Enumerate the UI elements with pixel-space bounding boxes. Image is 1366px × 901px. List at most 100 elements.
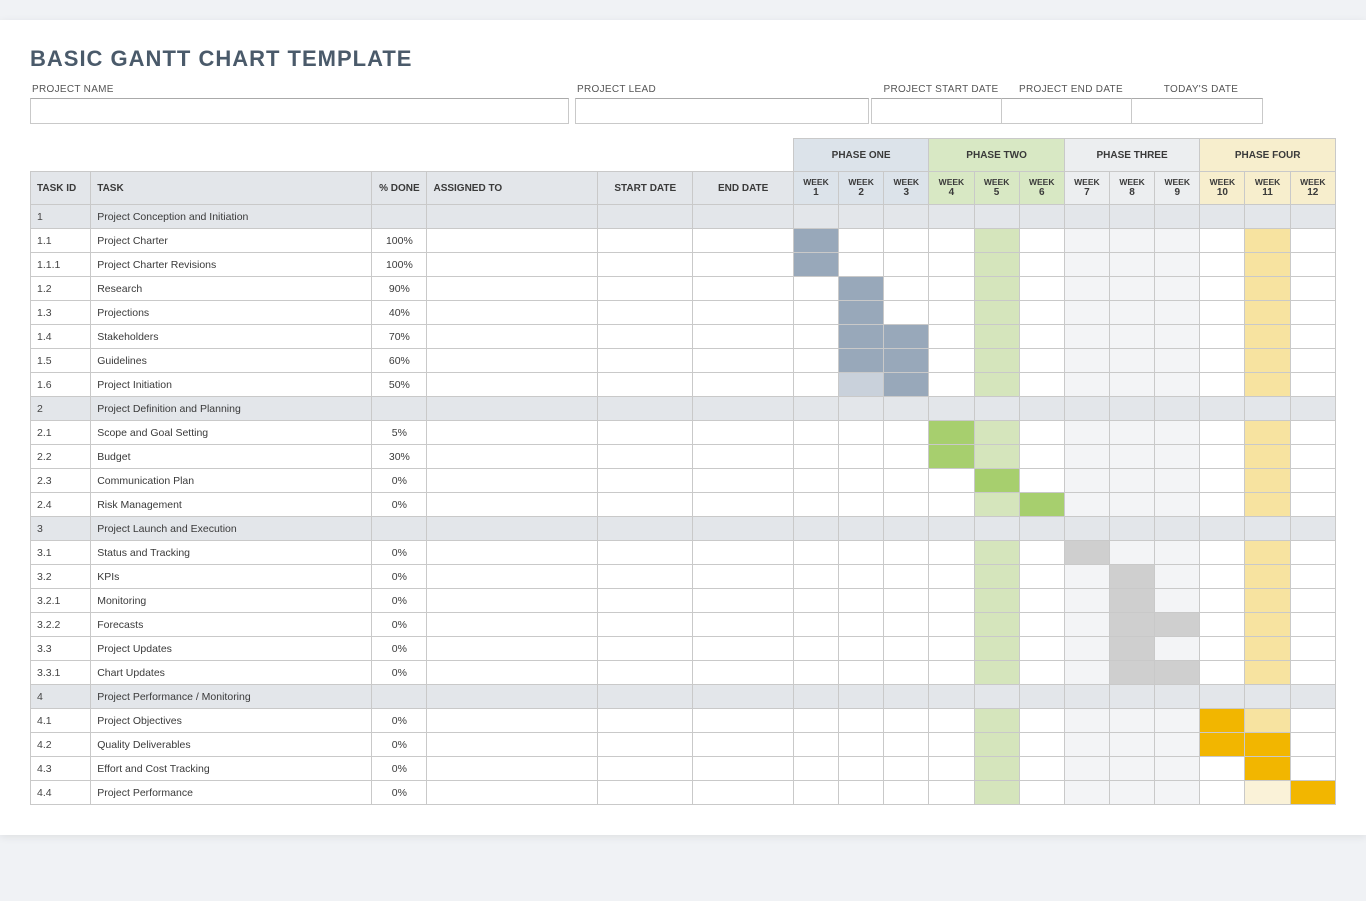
gantt-cell-w11[interactable]	[1245, 349, 1290, 373]
pct-done-cell[interactable]: 0%	[372, 637, 427, 661]
gantt-cell-w9[interactable]	[1155, 301, 1200, 325]
gantt-cell-w5[interactable]	[974, 637, 1019, 661]
gantt-cell-w7[interactable]	[1064, 445, 1109, 469]
gantt-cell-w9[interactable]	[1155, 277, 1200, 301]
gantt-cell-w6[interactable]	[1019, 757, 1064, 781]
gantt-cell-w6[interactable]	[1019, 445, 1064, 469]
task-id-cell[interactable]: 3	[31, 517, 91, 541]
assigned-to-cell[interactable]	[427, 349, 598, 373]
pct-done-cell[interactable]: 0%	[372, 661, 427, 685]
gantt-cell-w2[interactable]	[839, 397, 884, 421]
gantt-cell-w11[interactable]	[1245, 229, 1290, 253]
gantt-cell-w11[interactable]	[1245, 493, 1290, 517]
gantt-cell-w9[interactable]	[1155, 757, 1200, 781]
gantt-cell-w1[interactable]	[793, 277, 838, 301]
end-date-cell[interactable]	[693, 493, 793, 517]
gantt-cell-w4[interactable]	[929, 685, 974, 709]
gantt-cell-w1[interactable]	[793, 709, 838, 733]
gantt-cell-w12[interactable]	[1290, 253, 1335, 277]
gantt-cell-w12[interactable]	[1290, 469, 1335, 493]
gantt-cell-w9[interactable]	[1155, 709, 1200, 733]
gantt-cell-w4[interactable]	[929, 757, 974, 781]
end-date-cell[interactable]	[693, 397, 793, 421]
start-date-cell[interactable]	[598, 325, 693, 349]
gantt-cell-w6[interactable]	[1019, 205, 1064, 229]
assigned-to-cell[interactable]	[427, 757, 598, 781]
gantt-cell-w12[interactable]	[1290, 733, 1335, 757]
end-date-cell[interactable]	[693, 373, 793, 397]
gantt-cell-w5[interactable]	[974, 253, 1019, 277]
gantt-cell-w3[interactable]	[884, 445, 929, 469]
start-date-cell[interactable]	[598, 565, 693, 589]
gantt-cell-w2[interactable]	[839, 733, 884, 757]
assigned-to-cell[interactable]	[427, 637, 598, 661]
gantt-cell-w9[interactable]	[1155, 565, 1200, 589]
task-id-cell[interactable]: 1.5	[31, 349, 91, 373]
gantt-cell-w7[interactable]	[1064, 301, 1109, 325]
gantt-cell-w1[interactable]	[793, 733, 838, 757]
end-date-cell[interactable]	[693, 517, 793, 541]
gantt-cell-w6[interactable]	[1019, 349, 1064, 373]
gantt-cell-w3[interactable]	[884, 277, 929, 301]
gantt-cell-w2[interactable]	[839, 325, 884, 349]
gantt-cell-w8[interactable]	[1109, 469, 1154, 493]
end-date-cell[interactable]	[693, 469, 793, 493]
task-name-cell[interactable]: Project Conception and Initiation	[91, 205, 372, 229]
start-date-cell[interactable]	[598, 301, 693, 325]
gantt-cell-w7[interactable]	[1064, 661, 1109, 685]
pct-done-cell[interactable]: 40%	[372, 301, 427, 325]
gantt-cell-w8[interactable]	[1109, 325, 1154, 349]
gantt-cell-w8[interactable]	[1109, 277, 1154, 301]
end-date-cell[interactable]	[693, 253, 793, 277]
gantt-cell-w4[interactable]	[929, 517, 974, 541]
end-date-cell[interactable]	[693, 421, 793, 445]
task-name-cell[interactable]: Scope and Goal Setting	[91, 421, 372, 445]
gantt-cell-w2[interactable]	[839, 613, 884, 637]
gantt-cell-w3[interactable]	[884, 757, 929, 781]
gantt-cell-w5[interactable]	[974, 277, 1019, 301]
gantt-cell-w5[interactable]	[974, 493, 1019, 517]
gantt-cell-w4[interactable]	[929, 493, 974, 517]
gantt-cell-w6[interactable]	[1019, 709, 1064, 733]
gantt-cell-w5[interactable]	[974, 517, 1019, 541]
gantt-cell-w10[interactable]	[1200, 301, 1245, 325]
gantt-cell-w11[interactable]	[1245, 589, 1290, 613]
gantt-cell-w2[interactable]	[839, 253, 884, 277]
start-date-cell[interactable]	[598, 781, 693, 805]
pct-done-cell[interactable]: 0%	[372, 469, 427, 493]
gantt-cell-w6[interactable]	[1019, 541, 1064, 565]
gantt-cell-w1[interactable]	[793, 229, 838, 253]
gantt-cell-w5[interactable]	[974, 373, 1019, 397]
gantt-cell-w12[interactable]	[1290, 301, 1335, 325]
gantt-cell-w7[interactable]	[1064, 589, 1109, 613]
gantt-cell-w2[interactable]	[839, 421, 884, 445]
assigned-to-cell[interactable]	[427, 517, 598, 541]
assigned-to-cell[interactable]	[427, 373, 598, 397]
gantt-cell-w10[interactable]	[1200, 733, 1245, 757]
gantt-cell-w10[interactable]	[1200, 253, 1245, 277]
gantt-cell-w10[interactable]	[1200, 397, 1245, 421]
gantt-cell-w6[interactable]	[1019, 325, 1064, 349]
gantt-cell-w12[interactable]	[1290, 277, 1335, 301]
assigned-to-cell[interactable]	[427, 397, 598, 421]
gantt-cell-w8[interactable]	[1109, 757, 1154, 781]
gantt-cell-w1[interactable]	[793, 541, 838, 565]
gantt-cell-w7[interactable]	[1064, 421, 1109, 445]
gantt-cell-w9[interactable]	[1155, 541, 1200, 565]
gantt-cell-w10[interactable]	[1200, 229, 1245, 253]
assigned-to-cell[interactable]	[427, 781, 598, 805]
gantt-cell-w1[interactable]	[793, 517, 838, 541]
gantt-cell-w2[interactable]	[839, 541, 884, 565]
task-id-cell[interactable]: 1	[31, 205, 91, 229]
end-date-cell[interactable]	[693, 637, 793, 661]
gantt-cell-w11[interactable]	[1245, 277, 1290, 301]
gantt-cell-w12[interactable]	[1290, 541, 1335, 565]
end-date-cell[interactable]	[693, 325, 793, 349]
task-id-cell[interactable]: 2.2	[31, 445, 91, 469]
start-date-input[interactable]	[871, 98, 1003, 124]
gantt-cell-w8[interactable]	[1109, 613, 1154, 637]
gantt-cell-w11[interactable]	[1245, 397, 1290, 421]
task-name-cell[interactable]: Risk Management	[91, 493, 372, 517]
gantt-cell-w1[interactable]	[793, 757, 838, 781]
gantt-cell-w3[interactable]	[884, 301, 929, 325]
